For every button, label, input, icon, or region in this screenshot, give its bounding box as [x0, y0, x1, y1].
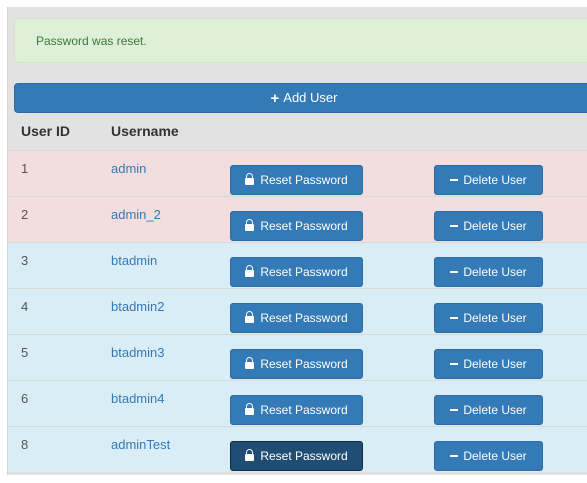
- username-link[interactable]: admin: [111, 161, 146, 176]
- user-id-cell: 6: [21, 391, 29, 406]
- success-alert: Password was reset.: [14, 18, 587, 63]
- delete-user-button[interactable]: Delete User: [434, 349, 543, 379]
- delete-user-button[interactable]: Delete User: [434, 257, 543, 287]
- delete-user-button[interactable]: Delete User: [434, 211, 543, 241]
- reset-password-label: Reset Password: [260, 311, 348, 325]
- minus-icon: [450, 455, 459, 457]
- table-header: User ID Username: [8, 113, 587, 150]
- delete-user-button[interactable]: Delete User: [434, 165, 543, 195]
- minus-icon: [450, 179, 459, 181]
- username-link[interactable]: btadmin3: [111, 345, 164, 360]
- delete-user-button[interactable]: Delete User: [434, 441, 543, 471]
- lock-icon: [245, 449, 255, 461]
- header-username: Username: [111, 123, 179, 139]
- delete-user-label: Delete User: [463, 357, 527, 371]
- username-link[interactable]: btadmin: [111, 253, 157, 268]
- table-row: 3 btadmin Reset Password Delete User: [8, 242, 587, 288]
- lock-icon: [245, 403, 255, 415]
- user-management-panel: Password was reset. + Add User User ID Us…: [7, 7, 587, 475]
- add-user-label: Add User: [283, 90, 338, 105]
- table-row: 6 btadmin4 Reset Password Delete User: [8, 380, 587, 426]
- delete-user-button[interactable]: Delete User: [434, 395, 543, 425]
- reset-password-button[interactable]: Reset Password: [230, 303, 363, 333]
- minus-icon: [450, 271, 459, 273]
- reset-password-button[interactable]: Reset Password: [230, 165, 363, 195]
- reset-password-label: Reset Password: [260, 265, 348, 279]
- lock-icon: [245, 173, 255, 185]
- user-id-cell: 3: [21, 253, 29, 268]
- delete-user-label: Delete User: [463, 403, 527, 417]
- user-id-cell: 1: [21, 161, 29, 176]
- delete-user-label: Delete User: [463, 265, 527, 279]
- username-link[interactable]: btadmin2: [111, 299, 164, 314]
- minus-icon: [450, 409, 459, 411]
- lock-icon: [245, 311, 255, 323]
- lock-icon: [245, 265, 255, 277]
- reset-password-button[interactable]: Reset Password: [230, 395, 363, 425]
- user-id-cell: 4: [21, 299, 29, 314]
- minus-icon: [450, 225, 459, 227]
- alert-message: Password was reset.: [36, 34, 147, 48]
- delete-user-label: Delete User: [463, 219, 527, 233]
- username-link[interactable]: admin_2: [111, 207, 161, 222]
- user-id-cell: 5: [21, 345, 29, 360]
- delete-user-label: Delete User: [463, 173, 527, 187]
- username-link[interactable]: adminTest: [111, 437, 170, 452]
- add-user-button[interactable]: + Add User: [14, 83, 587, 113]
- username-link[interactable]: btadmin4: [111, 391, 164, 406]
- table-row: 4 btadmin2 Reset Password Delete User: [8, 288, 587, 334]
- table-row: 8 adminTest Reset Password Delete User: [8, 426, 587, 472]
- table-row: 1 admin Reset Password Delete User: [8, 150, 587, 196]
- lock-icon: [245, 219, 255, 231]
- reset-password-button[interactable]: Reset Password: [230, 349, 363, 379]
- reset-password-button[interactable]: Reset Password: [230, 257, 363, 287]
- user-id-cell: 8: [21, 437, 29, 452]
- delete-user-label: Delete User: [463, 449, 527, 463]
- header-user-id: User ID: [21, 123, 71, 139]
- reset-password-button[interactable]: Reset Password: [230, 441, 363, 471]
- table-row: 2 admin_2 Reset Password Delete User: [8, 196, 587, 242]
- table-row: 5 btadmin3 Reset Password Delete User: [8, 334, 587, 380]
- reset-password-label: Reset Password: [260, 357, 348, 371]
- reset-password-label: Reset Password: [260, 449, 348, 463]
- user-id-cell: 2: [21, 207, 29, 222]
- minus-icon: [450, 317, 459, 319]
- delete-user-label: Delete User: [463, 311, 527, 325]
- reset-password-label: Reset Password: [260, 173, 348, 187]
- reset-password-label: Reset Password: [260, 219, 348, 233]
- reset-password-button[interactable]: Reset Password: [230, 211, 363, 241]
- reset-password-label: Reset Password: [260, 403, 348, 417]
- plus-icon: +: [270, 90, 280, 107]
- user-table-body: 1 admin Reset Password Delete User 2 adm…: [8, 150, 587, 472]
- delete-user-button[interactable]: Delete User: [434, 303, 543, 333]
- minus-icon: [450, 363, 459, 365]
- lock-icon: [245, 357, 255, 369]
